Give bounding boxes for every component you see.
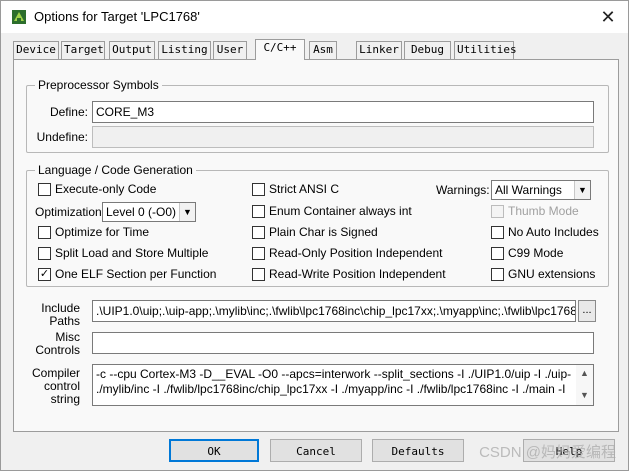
- vertical-scrollbar[interactable]: ▲ ▼: [576, 365, 593, 405]
- warnings-select[interactable]: All Warnings ▼: [491, 180, 591, 200]
- rw-position-label: Read-Write Position Independent: [269, 267, 446, 281]
- split-load-label: Split Load and Store Multiple: [55, 246, 209, 260]
- compiler-string-line: ./mylib/inc -I ./fwlib/lpc1768inc/chip_l…: [96, 382, 566, 396]
- preprocessor-group-label: Preprocessor Symbols: [35, 78, 162, 92]
- plain-char-checkbox[interactable]: [252, 226, 265, 239]
- tab-user[interactable]: User: [213, 41, 247, 59]
- no-auto-includes-label: No Auto Includes: [508, 225, 599, 239]
- tab-strip: Device Target Output Listing User C/C++ …: [13, 39, 623, 60]
- checkmark-icon: ✓: [39, 268, 50, 280]
- define-field[interactable]: CORE_M3: [92, 101, 594, 123]
- defaults-button[interactable]: Defaults: [372, 439, 464, 462]
- ro-position-checkbox[interactable]: [252, 247, 265, 260]
- optimization-value: Level 0 (-O0): [106, 205, 177, 219]
- gnu-extensions-checkbox[interactable]: [491, 268, 504, 281]
- plain-char-label: Plain Char is Signed: [269, 225, 378, 239]
- scroll-up-icon[interactable]: ▲: [576, 366, 593, 381]
- one-elf-checkbox[interactable]: ✓: [38, 268, 51, 281]
- rw-position-checkbox[interactable]: [252, 268, 265, 281]
- undefine-field[interactable]: [92, 126, 594, 148]
- tab-target[interactable]: Target: [61, 41, 105, 59]
- tab-debug[interactable]: Debug: [404, 41, 451, 59]
- tab-utilities[interactable]: Utilities: [454, 41, 517, 59]
- title-bar: Options for Target 'LPC1768' ✕: [1, 1, 628, 33]
- include-paths-browse-button[interactable]: ...: [578, 300, 596, 322]
- optimization-label: Optimization:: [35, 205, 106, 219]
- undefine-label: Undefine:: [36, 130, 88, 144]
- ok-button[interactable]: OK: [169, 439, 259, 462]
- strict-ansi-label: Strict ANSI C: [269, 182, 340, 196]
- language-group-label: Language / Code Generation: [35, 163, 196, 177]
- warnings-label: Warnings:: [436, 183, 490, 197]
- enum-container-label: Enum Container always int: [269, 204, 412, 218]
- tab-output[interactable]: Output: [109, 41, 155, 59]
- thumb-mode-checkbox: [491, 205, 504, 218]
- c99-mode-checkbox[interactable]: [491, 247, 504, 260]
- include-paths-label-line1: Include: [41, 301, 80, 315]
- misc-controls-field[interactable]: [92, 332, 594, 354]
- keil-uvision-icon: [12, 10, 26, 24]
- execute-only-label: Execute-only Code: [55, 182, 157, 196]
- warnings-value: All Warnings: [495, 183, 562, 197]
- enum-container-checkbox[interactable]: [252, 205, 265, 218]
- chevron-down-icon: ▼: [179, 203, 195, 221]
- cpp-options-panel: Preprocessor Symbols Define: CORE_M3 Und…: [13, 59, 619, 432]
- misc-controls-label-line2: Controls: [35, 343, 80, 357]
- chevron-down-icon: ▼: [574, 181, 590, 199]
- ro-position-label: Read-Only Position Independent: [269, 246, 443, 260]
- optimize-time-label: Optimize for Time: [55, 225, 150, 239]
- compiler-string-label-line1: Compiler: [31, 366, 80, 380]
- optimize-time-checkbox[interactable]: [38, 226, 51, 239]
- optimization-select[interactable]: Level 0 (-O0) ▼: [102, 202, 196, 222]
- execute-only-checkbox[interactable]: [38, 183, 51, 196]
- include-paths-label-line2: Paths: [49, 314, 80, 328]
- compiler-string-line: -c --cpu Cortex-M3 -D__EVAL -O0 --apcs=i…: [96, 367, 571, 381]
- compiler-string-label-line3: string: [50, 392, 80, 406]
- tab-listing[interactable]: Listing: [158, 41, 211, 59]
- no-auto-includes-checkbox[interactable]: [491, 226, 504, 239]
- compiler-string-field[interactable]: -c --cpu Cortex-M3 -D__EVAL -O0 --apcs=i…: [92, 364, 594, 406]
- c99-mode-label: C99 Mode: [508, 246, 564, 260]
- split-load-checkbox[interactable]: [38, 247, 51, 260]
- tab-asm[interactable]: Asm: [309, 41, 337, 59]
- cancel-button[interactable]: Cancel: [270, 439, 362, 462]
- compiler-string-label-line2: control: [43, 379, 80, 393]
- gnu-extensions-label: GNU extensions: [508, 267, 596, 281]
- one-elf-label: One ELF Section per Function: [55, 267, 217, 281]
- include-paths-field[interactable]: .\UIP1.0\uip;.\uip-app;.\mylib\inc;.\fwl…: [92, 300, 576, 322]
- csdn-watermark: CSDN @妈妈爱编程: [479, 444, 616, 461]
- options-dialog: Options for Target 'LPC1768' ✕ Device Ta…: [0, 0, 629, 471]
- close-icon[interactable]: ✕: [594, 3, 622, 31]
- window-title: Options for Target 'LPC1768': [34, 9, 200, 24]
- define-label: Define:: [49, 105, 88, 119]
- tab-device[interactable]: Device: [13, 41, 59, 59]
- tab-linker[interactable]: Linker: [356, 41, 402, 59]
- scroll-down-icon[interactable]: ▼: [576, 388, 593, 403]
- misc-controls-label-line1: Misc: [55, 330, 80, 344]
- tab-c-cpp[interactable]: C/C++: [255, 39, 305, 60]
- thumb-mode-label: Thumb Mode: [508, 204, 579, 218]
- strict-ansi-checkbox[interactable]: [252, 183, 265, 196]
